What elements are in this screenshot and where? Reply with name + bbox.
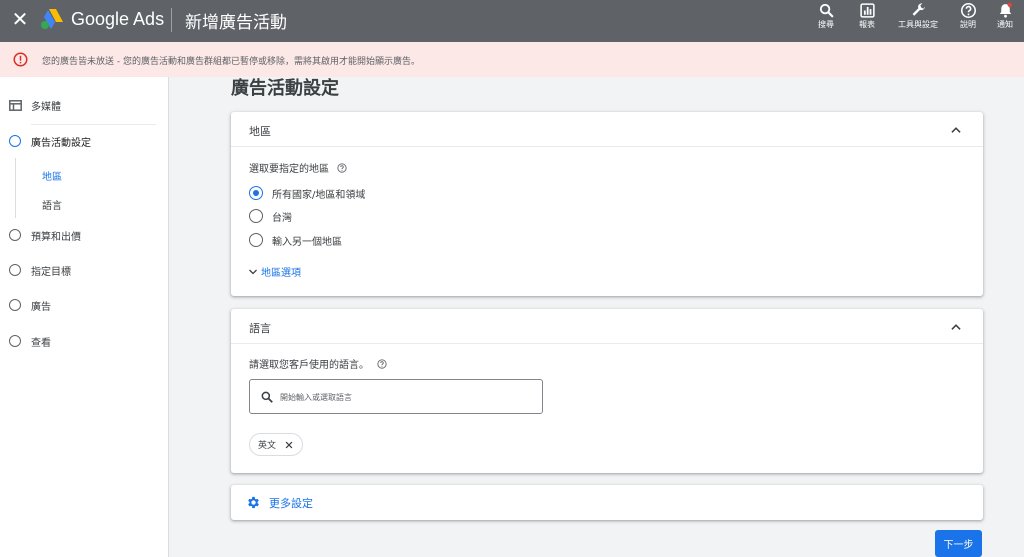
- location-options-text: 地區選項: [261, 268, 301, 279]
- sidebar-item-label: 指定目標: [31, 266, 71, 278]
- step-circle-icon: [9, 135, 21, 147]
- tools-settings-button[interactable]: 工具與設定: [897, 2, 939, 40]
- tools-settings-label: 工具與設定: [898, 20, 938, 29]
- chevron-up-icon[interactable]: [949, 320, 963, 334]
- search-icon: [819, 3, 834, 18]
- location-option-other[interactable]: 輸入另一個地區: [249, 232, 342, 248]
- language-search-input[interactable]: [280, 389, 535, 405]
- help-icon[interactable]: [377, 359, 387, 369]
- language-card-header[interactable]: 語言: [231, 309, 983, 344]
- reports-tool-button[interactable]: 報表: [847, 2, 887, 40]
- notifications-tool-button[interactable]: 通知: [985, 2, 1024, 40]
- search-tool-label: 搜尋: [818, 20, 834, 29]
- step-circle-icon: [9, 264, 21, 276]
- search-tool-button[interactable]: 搜尋: [806, 2, 846, 40]
- sidebar-item-campaign-settings[interactable]: 廣告活動設定: [0, 126, 168, 156]
- notifications-tool-label: 通知: [997, 20, 1013, 29]
- radio-unchecked-icon: [249, 209, 263, 223]
- radio-label: 台灣: [272, 212, 292, 224]
- more-settings-button[interactable]: 更多設定: [231, 485, 983, 520]
- gear-icon: [248, 496, 259, 509]
- sidebar-item-media[interactable]: 多媒體: [0, 90, 168, 120]
- step-circle-icon: [9, 335, 21, 347]
- top-app-bar: ✕ Google Ads 新增廣告活動 搜尋 報表 工具與設定 說明 通知: [0, 0, 1024, 42]
- location-card-header[interactable]: 地區: [231, 112, 983, 147]
- reports-icon: [859, 3, 875, 18]
- sidebar-item-ads[interactable]: 廣告: [0, 290, 168, 320]
- sidebar-subitem-language[interactable]: 語言: [42, 197, 62, 212]
- sidebar-step-line: [15, 158, 16, 218]
- help-tool-button[interactable]: 說明: [948, 2, 988, 40]
- chip-label: 英文: [258, 441, 277, 451]
- location-option-taiwan[interactable]: 台灣: [249, 208, 292, 224]
- language-search-field[interactable]: [249, 379, 543, 414]
- location-option-all[interactable]: 所有國家/地區和領域: [249, 185, 365, 201]
- location-options-link[interactable]: 地區選項: [247, 264, 301, 279]
- location-question: 選取要指定的地區: [249, 160, 347, 175]
- location-card-title: 地區: [249, 125, 271, 138]
- google-ads-logo-icon: [41, 9, 63, 29]
- chevron-up-icon[interactable]: [949, 123, 963, 137]
- help-circle-icon: [960, 2, 976, 19]
- radio-unchecked-icon: [249, 233, 263, 247]
- sidebar-subitem-location[interactable]: 地區: [42, 168, 62, 183]
- language-question-text: 請選取您客戶使用的語言。: [249, 360, 369, 371]
- sidebar-item-label: 預算和出價: [31, 231, 81, 243]
- close-icon[interactable]: ✕: [10, 9, 30, 29]
- search-icon: [261, 391, 273, 403]
- sidebar: 多媒體 廣告活動設定 地區 語言 預算和出價 指定目標 廣告 查看: [0, 77, 169, 557]
- sidebar-item-targeting[interactable]: 指定目標: [0, 255, 168, 285]
- bell-icon: [999, 2, 1012, 18]
- close-icon[interactable]: [284, 440, 294, 450]
- location-card: 地區 選取要指定的地區 所有國家/地區和領域 台灣 輸入另一個地區 地區選項: [231, 112, 983, 296]
- media-icon: [9, 99, 22, 111]
- help-icon[interactable]: [337, 163, 347, 173]
- language-card-title: 語言: [249, 322, 271, 335]
- help-tool-label: 說明: [960, 20, 976, 29]
- sidebar-item-label: 廣告: [31, 301, 51, 313]
- language-card: 語言 請選取您客戶使用的語言。 英文: [231, 309, 983, 473]
- sidebar-divider: [31, 124, 156, 125]
- radio-checked-icon: [249, 186, 263, 200]
- language-question: 請選取您客戶使用的語言。: [249, 356, 387, 371]
- next-button[interactable]: 下一步: [935, 530, 982, 557]
- page-heading: 新增廣告活動: [185, 13, 287, 33]
- header-divider: [171, 8, 172, 32]
- wrench-icon: [912, 3, 925, 16]
- step-circle-icon: [9, 229, 21, 241]
- sidebar-item-label: 多媒體: [31, 101, 61, 113]
- error-icon: [13, 52, 28, 67]
- sidebar-item-review[interactable]: 查看: [0, 326, 168, 356]
- chevron-down-icon: [249, 269, 257, 274]
- radio-label: 所有國家/地區和領域: [272, 189, 366, 201]
- banner-message: 您的廣告皆未放送 - 您的廣告活動和廣告群組都已暫停或移除，需將其啟用才能開始顯…: [42, 57, 420, 67]
- more-settings-label: 更多設定: [269, 497, 313, 510]
- language-chip-english: 英文: [249, 433, 304, 456]
- warning-banner: 您的廣告皆未放送 - 您的廣告活動和廣告群組都已暫停或移除，需將其啟用才能開始顯…: [0, 42, 1024, 77]
- sidebar-item-label: 廣告活動設定: [31, 137, 91, 149]
- sidebar-item-budget-bidding[interactable]: 預算和出價: [0, 220, 168, 250]
- reports-tool-label: 報表: [859, 20, 875, 29]
- sidebar-item-label: 查看: [31, 337, 51, 349]
- location-question-text: 選取要指定的地區: [249, 164, 329, 175]
- section-title: 廣告活動設定: [231, 78, 339, 99]
- radio-label: 輸入另一個地區: [272, 236, 342, 248]
- brand-name: Google Ads: [71, 9, 165, 29]
- step-circle-icon: [9, 299, 21, 311]
